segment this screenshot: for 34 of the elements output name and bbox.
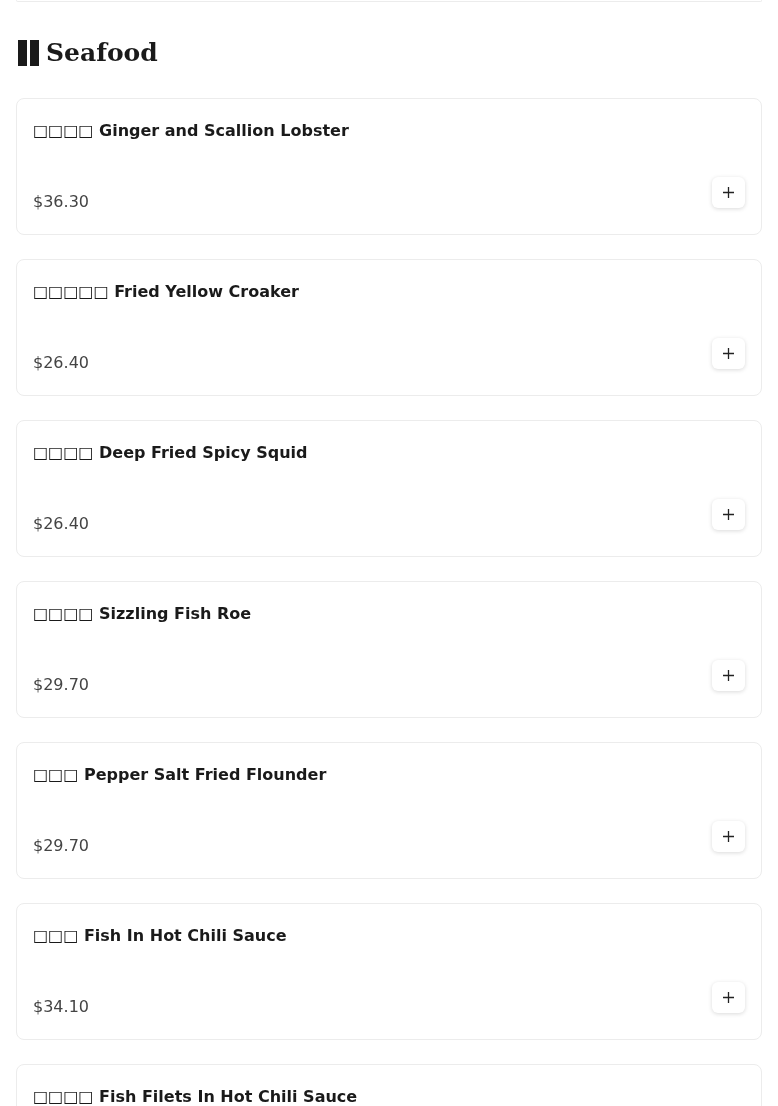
item-price: $36.30 (33, 191, 89, 213)
add-button[interactable] (712, 821, 745, 852)
bars-icon (18, 40, 40, 66)
item-name: □□□ Pepper Salt Fried Flounder (33, 765, 328, 785)
item-name: □□□□ Sizzling Fish Roe (33, 604, 253, 624)
add-button[interactable] (712, 660, 745, 691)
menu-item-card[interactable]: □□□ Fish In Hot Chili Sauce $34.10 (16, 903, 762, 1040)
item-price: $26.40 (33, 513, 89, 535)
menu-item-card[interactable]: □□□□ Deep Fried Spicy Squid $26.40 (16, 420, 762, 557)
section-title: Seafood (46, 38, 158, 68)
item-name: □□□□□ Fried Yellow Croaker (33, 282, 300, 302)
plus-icon (723, 992, 734, 1003)
plus-icon (723, 509, 734, 520)
add-button[interactable] (712, 338, 745, 369)
menu-item-card[interactable]: □□□□ Fish Filets In Hot Chili Sauce (16, 1064, 762, 1106)
menu-item-card[interactable]: □□□ Pepper Salt Fried Flounder $29.70 (16, 742, 762, 879)
item-name: □□□□ Deep Fried Spicy Squid (33, 443, 309, 463)
plus-icon (723, 670, 734, 681)
add-button[interactable] (712, 499, 745, 530)
add-button[interactable] (712, 982, 745, 1013)
item-name: □□□□ Fish Filets In Hot Chili Sauce (33, 1087, 359, 1106)
item-price: $26.40 (33, 352, 89, 374)
item-price: $34.10 (33, 996, 89, 1018)
add-button[interactable] (712, 177, 745, 208)
item-price: $29.70 (33, 835, 89, 857)
plus-icon (723, 348, 734, 359)
menu-item-card[interactable]: □□□□ Ginger and Scallion Lobster $36.30 (16, 98, 762, 235)
menu-item-card[interactable]: □□□□□ Fried Yellow Croaker $26.40 (16, 259, 762, 396)
menu-item-card[interactable]: □□□□ Sizzling Fish Roe $29.70 (16, 581, 762, 718)
plus-icon (723, 831, 734, 842)
plus-icon (723, 187, 734, 198)
item-name: □□□ Fish In Hot Chili Sauce (33, 926, 288, 946)
item-name: □□□□ Ginger and Scallion Lobster (33, 121, 350, 141)
item-price: $29.70 (33, 674, 89, 696)
